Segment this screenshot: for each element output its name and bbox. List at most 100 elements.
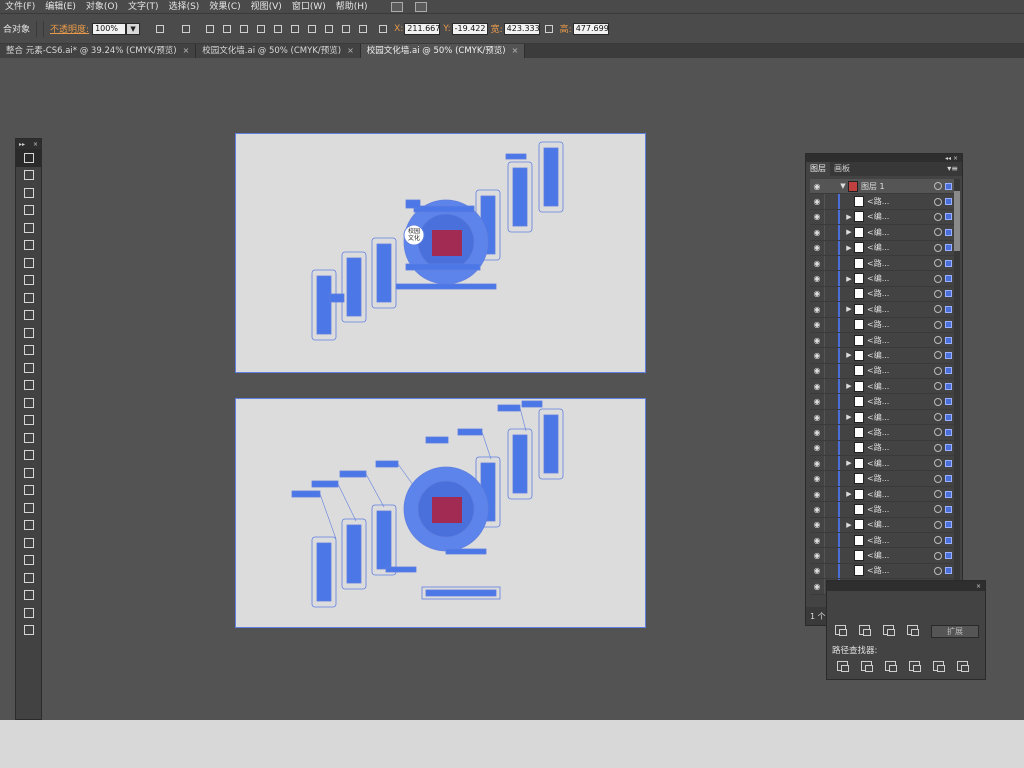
layer-row[interactable]: ◉ <路...: [810, 255, 954, 272]
layers-scrollbar[interactable]: [954, 179, 960, 604]
target-circle-icon[interactable]: [934, 474, 942, 483]
scale-tool[interactable]: [16, 377, 41, 395]
lock-toggle[interactable]: [824, 209, 838, 225]
lock-toggle[interactable]: [824, 363, 838, 379]
free-transform-tool[interactable]: [16, 412, 41, 430]
layer-row[interactable]: ◉ <路...: [810, 317, 954, 333]
object-name[interactable]: <路...: [867, 396, 911, 407]
object-name[interactable]: <路...: [867, 319, 911, 330]
target-circle-icon[interactable]: [934, 289, 942, 298]
arrange-documents-icon[interactable]: [414, 1, 427, 12]
target-circle-icon[interactable]: [934, 536, 942, 545]
visibility-eye-icon[interactable]: ◉: [810, 259, 824, 268]
align-top-icon[interactable]: [255, 23, 266, 34]
selection-square-icon[interactable]: [945, 521, 952, 529]
object-name[interactable]: <编...: [867, 227, 911, 238]
menu-item-3[interactable]: 文字(T): [123, 0, 164, 14]
artboard-1[interactable]: 校园 文化: [235, 133, 646, 373]
opacity-input[interactable]: 100%: [92, 22, 127, 35]
target-circle-icon[interactable]: [934, 212, 942, 221]
selection-square-icon[interactable]: [945, 305, 952, 313]
lock-toggle[interactable]: [824, 179, 838, 194]
visibility-eye-icon[interactable]: ◉: [810, 428, 824, 437]
object-name[interactable]: <编...: [867, 489, 911, 500]
layer-row[interactable]: ◉ ▶ <编...: [810, 225, 954, 241]
layer-name[interactable]: 图层 1: [861, 181, 905, 192]
w-input[interactable]: 423.333: [503, 22, 540, 35]
visibility-eye-icon[interactable]: ◉: [810, 536, 824, 545]
menu-item-4[interactable]: 选择(S): [164, 0, 205, 14]
object-name[interactable]: <编...: [867, 350, 911, 361]
selection-square-icon[interactable]: [945, 475, 952, 483]
eyedropper-tool[interactable]: [16, 499, 41, 517]
blend-tool[interactable]: [16, 517, 41, 535]
layer-row[interactable]: ◉ <路...: [810, 286, 954, 303]
visibility-eye-icon[interactable]: ◉: [810, 182, 824, 191]
close-icon[interactable]: ×: [347, 44, 354, 58]
target-circle-icon[interactable]: [934, 336, 942, 345]
expand-triangle-icon[interactable]: ▶: [844, 413, 854, 421]
object-name[interactable]: <路...: [867, 258, 911, 269]
layer-row[interactable]: ◉ <路...: [810, 440, 954, 457]
object-name[interactable]: <编...: [867, 519, 911, 530]
align-left-icon[interactable]: [204, 23, 215, 34]
trim-icon[interactable]: [861, 661, 873, 672]
visibility-eye-icon[interactable]: ◉: [810, 274, 824, 283]
transform-reference-icon[interactable]: [377, 23, 388, 34]
document-tab-2[interactable]: 校园文化墙.ai @ 50% (CMYK/预览) ×: [360, 44, 526, 58]
workspace-icon[interactable]: [390, 1, 403, 12]
zoom-tool[interactable]: [16, 622, 41, 640]
object-name[interactable]: <编...: [867, 242, 911, 253]
object-name[interactable]: <编...: [867, 273, 911, 284]
constrain-link-icon[interactable]: [543, 23, 554, 34]
lock-toggle[interactable]: [824, 271, 838, 286]
perspective-grid-tool[interactable]: [16, 447, 41, 465]
type-tool[interactable]: [16, 237, 41, 255]
divide-icon[interactable]: [837, 661, 849, 672]
selection-square-icon[interactable]: [945, 444, 952, 452]
exclude-icon[interactable]: [907, 625, 919, 636]
artboard-tool[interactable]: [16, 569, 41, 587]
visibility-eye-icon[interactable]: ◉: [810, 582, 824, 591]
visibility-eye-icon[interactable]: ◉: [810, 305, 824, 314]
target-circle-icon[interactable]: [934, 428, 942, 437]
layer-row[interactable]: ◉ ▶ <编...: [810, 486, 954, 503]
lock-toggle[interactable]: [824, 456, 838, 471]
lock-toggle[interactable]: [824, 548, 838, 563]
visibility-eye-icon[interactable]: ◉: [810, 289, 824, 298]
selection-square-icon[interactable]: [945, 505, 952, 513]
selection-square-icon[interactable]: [945, 336, 952, 344]
lock-toggle[interactable]: [824, 563, 838, 579]
object-name[interactable]: <路...: [867, 473, 911, 484]
expand-triangle-icon[interactable]: ▼: [838, 182, 848, 190]
align-hcenter-icon[interactable]: [221, 23, 232, 34]
mesh-tool[interactable]: [16, 464, 41, 482]
artboard-2[interactable]: [235, 398, 646, 628]
target-circle-icon[interactable]: [934, 566, 942, 575]
selection-square-icon[interactable]: [945, 382, 952, 390]
lock-toggle[interactable]: [824, 486, 838, 502]
expand-triangle-icon[interactable]: ▶: [844, 305, 854, 313]
expand-triangle-icon[interactable]: ▶: [844, 459, 854, 467]
object-name[interactable]: <路...: [867, 335, 911, 346]
align-bottom-icon[interactable]: [289, 23, 300, 34]
object-name[interactable]: <路...: [867, 565, 911, 576]
expand-triangle-icon[interactable]: ▶: [844, 228, 854, 236]
artwork-top[interactable]: 校园 文化: [236, 134, 647, 374]
intersect-icon[interactable]: [883, 625, 895, 636]
lock-toggle[interactable]: [824, 225, 838, 240]
selection-square-icon[interactable]: [945, 275, 952, 283]
selection-square-icon[interactable]: [945, 367, 952, 375]
layer-row[interactable]: ◉ <路...: [810, 394, 954, 410]
target-circle-icon[interactable]: [934, 382, 942, 391]
slice-tool[interactable]: [16, 587, 41, 605]
visibility-eye-icon[interactable]: ◉: [810, 366, 824, 375]
layers-panel-header[interactable]: ◂◂ ×: [806, 154, 962, 162]
visibility-eye-icon[interactable]: ◉: [810, 566, 824, 575]
visibility-eye-icon[interactable]: ◉: [810, 551, 824, 560]
target-circle-icon[interactable]: [934, 366, 942, 375]
document-tab-0[interactable]: 整合 元素-CS6.ai* @ 39.24% (CMYK/预览) ×: [0, 44, 197, 58]
target-circle-icon[interactable]: [934, 413, 942, 422]
visibility-eye-icon[interactable]: ◉: [810, 443, 824, 452]
expand-triangle-icon[interactable]: ▶: [844, 351, 854, 359]
